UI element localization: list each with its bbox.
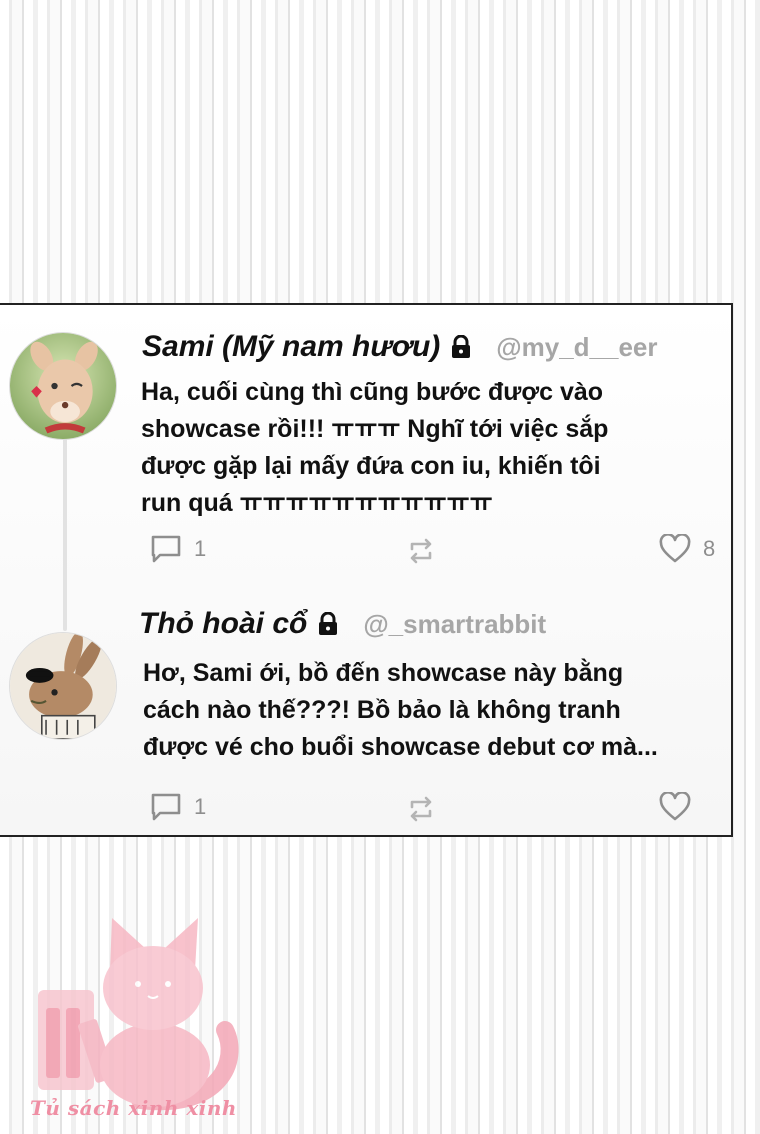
reply-count: 1: [194, 536, 207, 561]
comment-icon: [151, 535, 181, 563]
heart-icon: [659, 792, 691, 821]
rabbit-avatar-icon: [10, 633, 116, 739]
reply-button[interactable]: 1: [150, 534, 206, 564]
avatar-smartrabbit[interactable]: [9, 632, 117, 740]
lock-icon: [452, 335, 471, 358]
reply-button[interactable]: 1: [150, 792, 206, 822]
like-button[interactable]: 8: [659, 534, 715, 564]
author-handle[interactable]: @_smartrabbit: [363, 609, 546, 640]
retweet-icon: [410, 796, 432, 822]
lock-icon: [319, 612, 338, 635]
watermark-text: Tủ sách xinh xinh: [30, 1096, 237, 1120]
avatar-sami[interactable]: [9, 332, 117, 440]
thread-connector-line: [63, 413, 67, 631]
heart-icon: [659, 534, 691, 563]
post-header-smartrabbit: Thỏ hoài cổ @_smartrabbit: [139, 607, 546, 641]
retweet-button[interactable]: [406, 536, 436, 566]
post-header-sami: Sami (Mỹ nam hươu) @my_d__eer: [142, 330, 658, 364]
like-button[interactable]: [659, 792, 691, 822]
post-text: Hơ, Sami ới, bồ đến showcase này bằng cá…: [143, 659, 658, 761]
comment-icon: [151, 793, 181, 821]
reply-count: 1: [194, 794, 207, 819]
author-handle[interactable]: @my_d__eer: [496, 332, 657, 363]
post-thread-card: Sami (Mỹ nam hươu) @my_d__eer Ha, cuối c…: [0, 303, 733, 837]
author-name[interactable]: Thỏ hoài cổ: [139, 607, 307, 641]
deer-avatar-icon: [10, 333, 116, 439]
post-text: Ha, cuối cùng thì cũng bước được vào sho…: [141, 378, 609, 517]
like-count: 8: [703, 536, 716, 561]
author-name[interactable]: Sami (Mỹ nam hươu): [142, 330, 440, 364]
retweet-icon: [410, 538, 432, 564]
retweet-button[interactable]: [406, 794, 436, 824]
